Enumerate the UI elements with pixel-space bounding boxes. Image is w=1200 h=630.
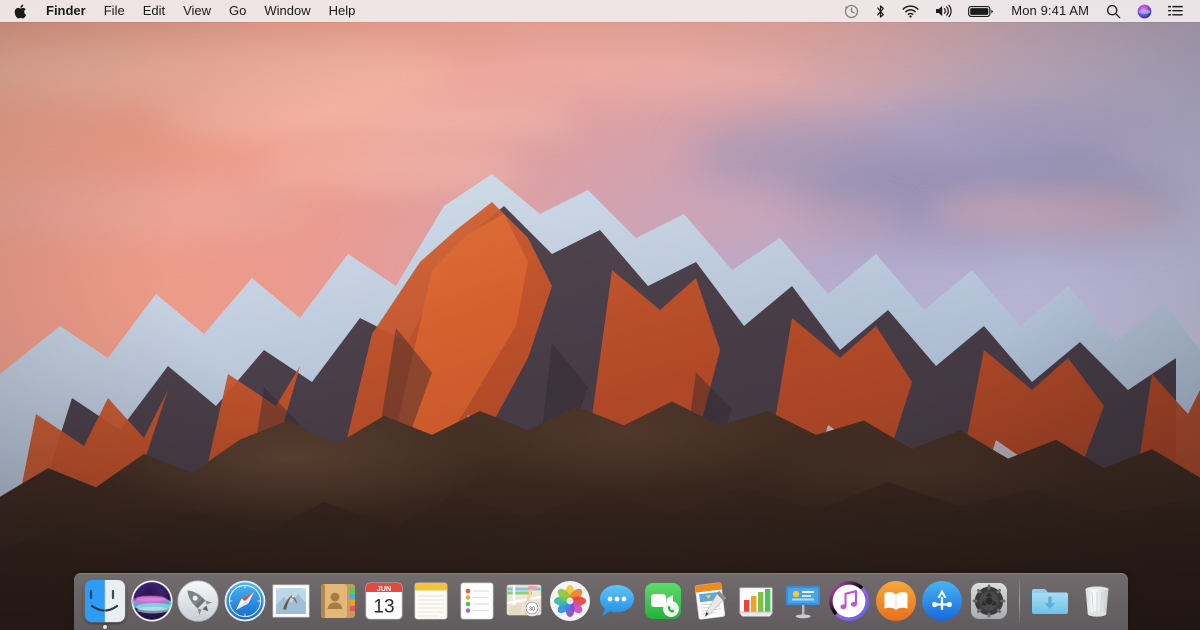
dock-item-launchpad[interactable] [175,579,222,630]
bluetooth-icon[interactable] [867,0,894,22]
dock-item-mail[interactable] [268,579,315,630]
dock-item-itunes[interactable] [826,579,873,630]
running-indicator [103,625,107,629]
apple-logo-icon [14,4,27,19]
dock-item-ibooks[interactable] [873,579,920,630]
menu-item-edit[interactable]: Edit [134,0,174,22]
menu-item-help[interactable]: Help [320,0,365,22]
menu-item-view[interactable]: View [174,0,220,22]
menu-item-finder[interactable]: Finder [37,0,95,22]
dock-item-app-store[interactable] [919,579,966,630]
ibooks-icon [874,579,918,623]
dock-item-contacts[interactable] [315,579,362,630]
dock-item-trash[interactable] [1073,579,1120,630]
wifi-icon[interactable] [894,0,927,22]
svg-text:30: 30 [529,606,535,612]
time-machine-icon[interactable] [836,0,867,22]
pages-icon [688,579,732,623]
dock-item-maps[interactable]: 30 [501,579,548,630]
finder-icon [83,579,127,623]
dock-item-notes[interactable] [408,579,455,630]
spotlight-search-icon[interactable] [1098,0,1129,22]
mail-icon [269,579,313,623]
menu-bar-status-area: Mon 9:41 AM [836,0,1200,22]
dock-item-reminders[interactable] [454,579,501,630]
vignette [0,0,1200,630]
reminders-icon [455,579,499,623]
menu-item-window[interactable]: Window [255,0,319,22]
launchpad-icon [176,579,220,623]
safari-icon [223,579,267,623]
system-preferences-icon [967,579,1011,623]
calendar-icon: JUN 13 [362,579,406,623]
menu-bar-left: Finder File Edit View Go Window Help [0,0,364,22]
photos-icon [548,579,592,623]
dock-item-calendar[interactable]: JUN 13 [361,579,408,630]
maps-icon: 30 [502,579,546,623]
dock-item-pages[interactable] [687,579,734,630]
dock-item-siri[interactable] [129,579,176,630]
menu-item-go[interactable]: Go [220,0,255,22]
dock-separator [1019,579,1020,623]
messages-icon [595,579,639,623]
volume-icon[interactable] [927,0,960,22]
siri-icon[interactable] [1129,0,1160,22]
calendar-month: JUN [377,584,391,593]
apple-menu[interactable] [10,0,37,22]
menu-item-file[interactable]: File [95,0,134,22]
keynote-icon [781,579,825,623]
dock-item-messages[interactable] [594,579,641,630]
dock-item-finder[interactable] [82,579,129,630]
menu-bar-clock[interactable]: Mon 9:41 AM [1002,0,1098,22]
calendar-day: 13 [374,597,395,618]
dock-item-system-preferences[interactable] [966,579,1013,630]
siri-icon [130,579,174,623]
desktop-screen: Finder File Edit View Go Window Help [0,0,1200,630]
dock-item-numbers[interactable] [733,579,780,630]
menu-bar: Finder File Edit View Go Window Help [0,0,1200,22]
notes-icon [409,579,453,623]
dock-item-keynote[interactable] [780,579,827,630]
itunes-icon [827,579,871,623]
dock-item-downloads-folder[interactable] [1027,579,1074,630]
dock: JUN 13 [74,573,1128,630]
notification-center-icon[interactable] [1160,0,1191,22]
battery-icon[interactable] [960,0,1002,22]
contacts-icon [316,579,360,623]
trash-icon [1075,579,1119,623]
downloads-folder-icon [1028,579,1072,623]
dock-item-facetime[interactable] [640,579,687,630]
dock-item-photos[interactable] [547,579,594,630]
dock-item-safari[interactable] [222,579,269,630]
facetime-icon [641,579,685,623]
app-store-icon [920,579,964,623]
numbers-icon [734,579,778,623]
desktop-wallpaper[interactable] [0,0,1200,630]
